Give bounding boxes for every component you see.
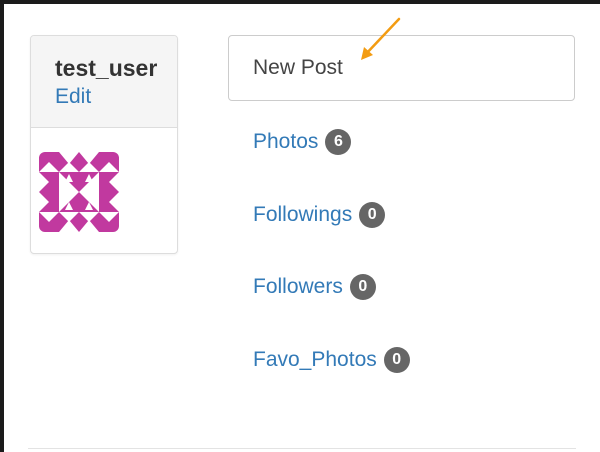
stat-label[interactable]: Followings [253, 202, 352, 228]
count-badge: 0 [349, 274, 376, 300]
stat-favo-photos[interactable]: Favo_Photos 0 [253, 342, 410, 378]
avatar[interactable] [39, 152, 119, 232]
edit-profile-link[interactable]: Edit [55, 84, 91, 110]
count-badge: 0 [359, 201, 386, 228]
count-badge: 0 [383, 346, 410, 373]
window-frame-top [0, 0, 600, 4]
stat-label[interactable]: Photos [253, 129, 318, 155]
stat-label[interactable]: Favo_Photos [253, 347, 377, 373]
username: test_user [55, 55, 158, 81]
identicon-avatar-icon [39, 152, 119, 232]
count-badge: 6 [325, 129, 352, 155]
profile-card: test_user Edit [30, 35, 178, 254]
stat-followings[interactable]: Followings 0 [253, 197, 410, 233]
stat-followers[interactable]: Followers 0 [253, 269, 410, 305]
user-stats-list: Photos 6 Followings 0 Followers 0 Favo_P… [253, 124, 410, 414]
profile-card-header: test_user Edit [31, 36, 177, 128]
annotation-arrow-icon [361, 17, 401, 60]
section-divider [28, 448, 576, 449]
stat-label[interactable]: Followers [253, 274, 343, 300]
stat-photos[interactable]: Photos 6 [253, 124, 410, 160]
window-frame-left [0, 0, 4, 452]
